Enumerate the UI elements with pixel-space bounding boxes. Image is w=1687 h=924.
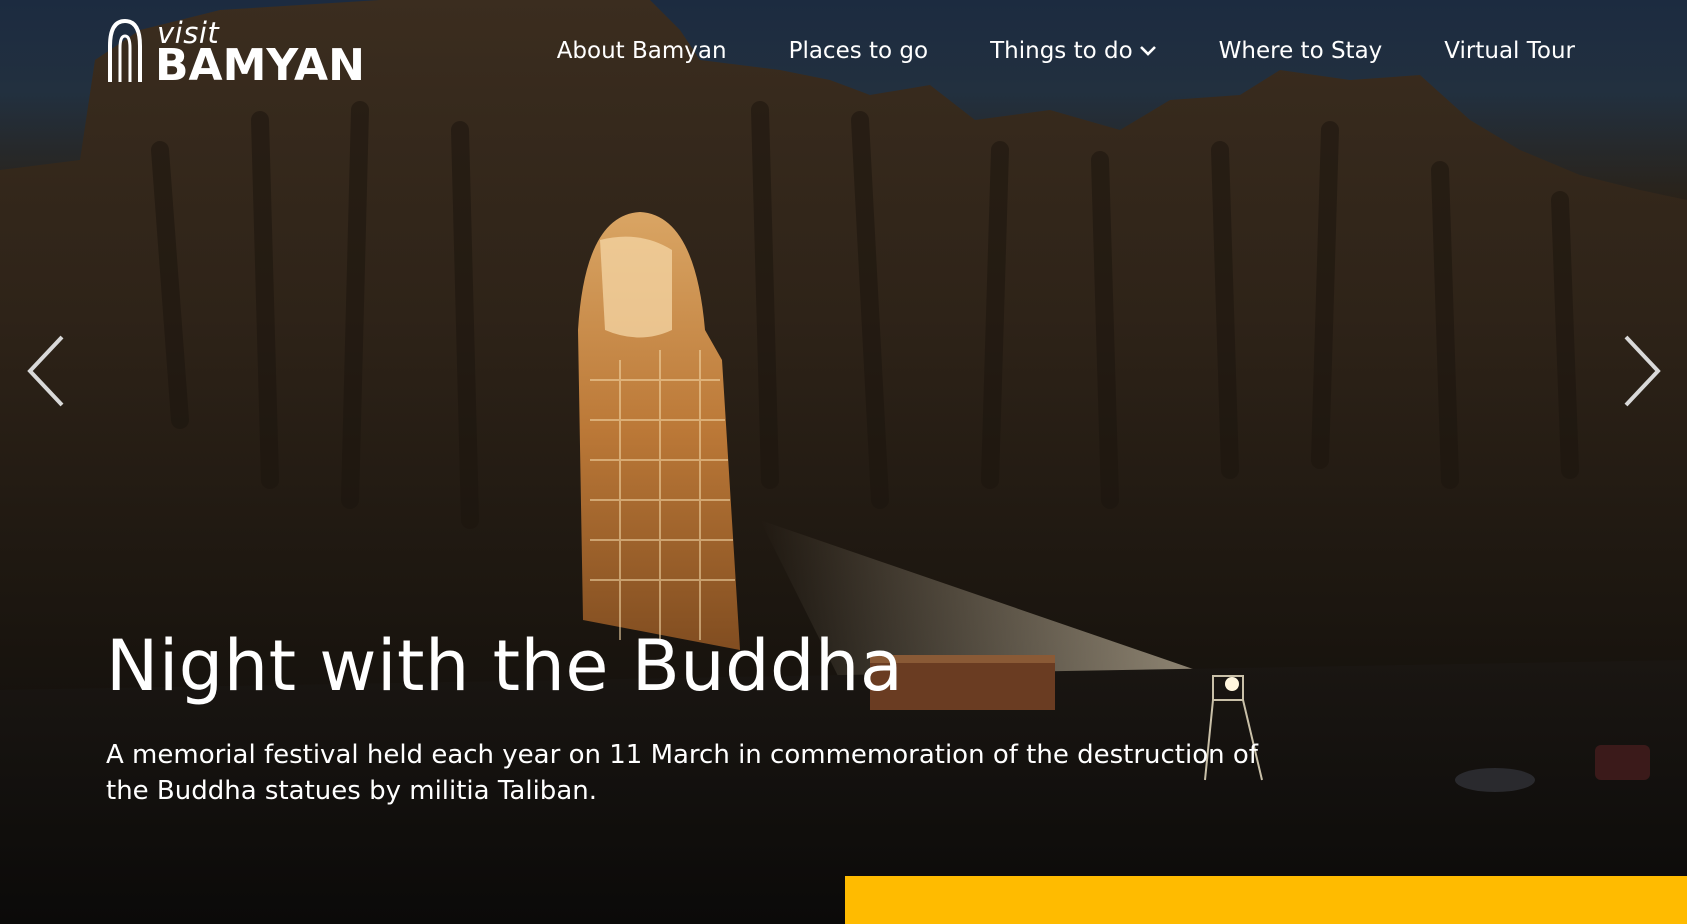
accent-bar [845, 876, 1687, 924]
chevron-left-icon[interactable] [24, 333, 68, 409]
nav-item-label: Places to go [788, 38, 929, 64]
arch-logo-icon [108, 18, 142, 82]
nav-item-label: Where to Stay [1218, 38, 1383, 64]
hero-slider: visit BAMYAN About Bamyan Places to go T… [0, 0, 1687, 924]
hero-title: Night with the Buddha [106, 625, 904, 707]
nav-item-label: Virtual Tour [1444, 38, 1575, 64]
nav-item-about-bamyan[interactable]: About Bamyan [557, 34, 727, 68]
nav-item-things-to-do[interactable]: Things to do [990, 34, 1157, 68]
hero-description: A memorial festival held each year on 11… [106, 740, 1258, 806]
nav-item-virtual-tour[interactable]: Virtual Tour [1444, 34, 1575, 68]
site-logo[interactable]: visit BAMYAN [107, 16, 365, 91]
logo-name-text: BAMYAN [155, 40, 365, 91]
nav-item-label: Things to do [990, 38, 1133, 64]
nav-item-places-to-go[interactable]: Places to go [789, 34, 929, 68]
main-navigation: About Bamyan Places to go Things to do W… [557, 34, 1575, 68]
chevron-right-icon[interactable] [1620, 333, 1664, 409]
nav-item-label: About Bamyan [556, 38, 727, 64]
nav-item-where-to-stay[interactable]: Where to Stay [1219, 34, 1383, 68]
chevron-down-icon [1139, 46, 1156, 56]
